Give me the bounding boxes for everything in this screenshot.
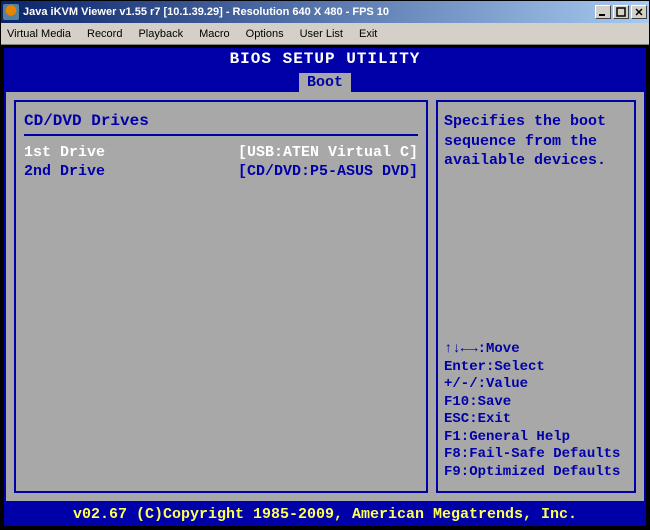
key-select: Enter:Select [444, 359, 628, 377]
section-divider [24, 134, 418, 136]
close-button[interactable] [631, 5, 647, 19]
bios-main-panel: CD/DVD Drives 1st Drive [USB:ATEN Virtua… [14, 100, 428, 493]
key-optimized: F9:Optimized Defaults [444, 464, 628, 482]
window-title: Java iKVM Viewer v1.55 r7 [10.1.39.29] -… [23, 6, 593, 18]
key-move: ↑↓←→:Move [444, 341, 628, 359]
menu-record[interactable]: Record [87, 28, 122, 40]
menu-macro[interactable]: Macro [199, 28, 230, 40]
window-controls [593, 5, 647, 19]
key-help: F1:General Help [444, 429, 628, 447]
bios-footer: v02.67 (C)Copyright 1985-2009, American … [4, 503, 646, 526]
key-save: F10:Save [444, 394, 628, 412]
minimize-button[interactable] [595, 5, 611, 19]
drive-row-1[interactable]: 1st Drive [USB:ATEN Virtual C] [24, 144, 418, 161]
menu-user-list[interactable]: User List [300, 28, 343, 40]
drive-1-value: [USB:ATEN Virtual C] [238, 144, 418, 161]
help-text: Specifies the boot sequence from the ava… [444, 112, 628, 171]
section-title: CD/DVD Drives [24, 112, 418, 130]
menu-virtual-media[interactable]: Virtual Media [7, 28, 71, 40]
drive-2-value: [CD/DVD:P5-ASUS DVD] [238, 163, 418, 180]
key-hints: ↑↓←→:Move Enter:Select +/-/:Value F10:Sa… [444, 341, 628, 481]
drive-2-label: 2nd Drive [24, 163, 105, 180]
bios-title: BIOS SETUP UTILITY [4, 48, 646, 70]
tab-boot[interactable]: Boot [299, 73, 351, 92]
maximize-button[interactable] [613, 5, 629, 19]
bios-help-panel: Specifies the boot sequence from the ava… [436, 100, 636, 493]
key-value: +/-/:Value [444, 376, 628, 394]
bios-tabs: Boot [4, 70, 646, 92]
menu-playback[interactable]: Playback [138, 28, 183, 40]
key-failsafe: F8:Fail-Safe Defaults [444, 446, 628, 464]
menu-options[interactable]: Options [246, 28, 284, 40]
bios-body: CD/DVD Drives 1st Drive [USB:ATEN Virtua… [4, 92, 646, 503]
menubar: Virtual Media Record Playback Macro Opti… [1, 23, 649, 45]
app-window: Java iKVM Viewer v1.55 r7 [10.1.39.29] -… [0, 0, 650, 530]
bios-screen: BIOS SETUP UTILITY Boot CD/DVD Drives 1s… [1, 45, 649, 529]
menu-exit[interactable]: Exit [359, 28, 377, 40]
key-exit: ESC:Exit [444, 411, 628, 429]
drive-1-label: 1st Drive [24, 144, 105, 161]
titlebar: Java iKVM Viewer v1.55 r7 [10.1.39.29] -… [1, 1, 649, 23]
java-icon [3, 4, 19, 20]
drive-row-2[interactable]: 2nd Drive [CD/DVD:P5-ASUS DVD] [24, 163, 418, 180]
